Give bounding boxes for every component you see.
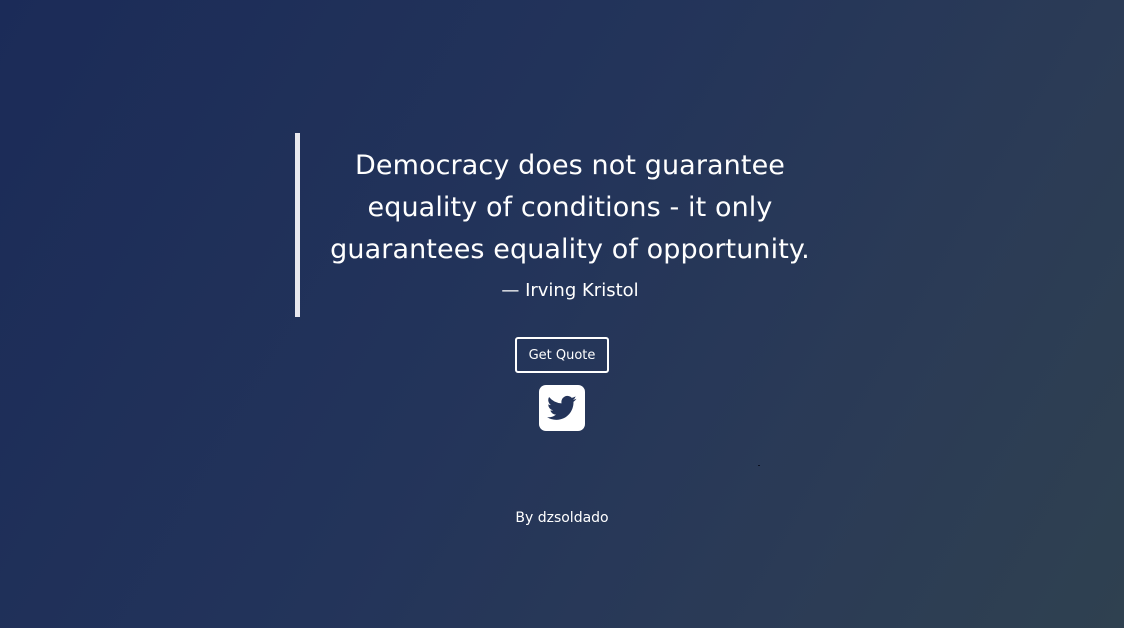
stray-dot	[758, 465, 760, 466]
twitter-icon	[547, 395, 577, 420]
quote-block: Democracy does not guarantee equality of…	[295, 133, 835, 317]
author-credit: By dzsoldado	[515, 510, 609, 526]
tweet-button[interactable]	[539, 385, 585, 431]
get-quote-button[interactable]: Get Quote	[515, 337, 609, 373]
quote-text: Democracy does not guarantee equality of…	[330, 150, 810, 265]
quote-author: — Irving Kristol	[501, 280, 639, 301]
